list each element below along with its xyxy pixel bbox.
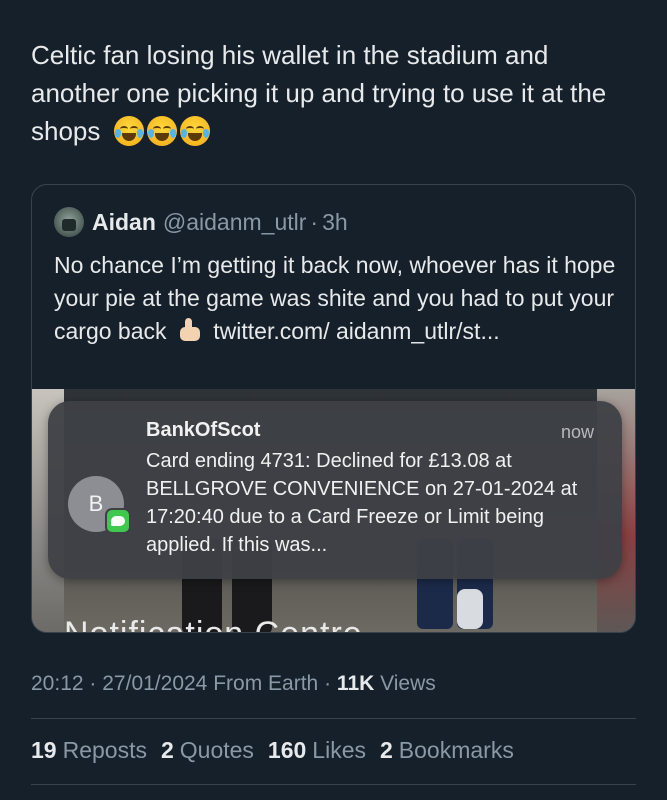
quoted-author-name[interactable]: Aidan [92,209,156,236]
tweet-source: From Earth [213,672,319,695]
notification-sender: BankOfScot [146,419,261,441]
image-bottle [457,589,483,629]
tweet-meta: 20:12 · 27/01/2024 From Earth · 11K View… [31,672,436,696]
thumbs-up-icon [177,317,203,343]
divider [31,784,636,785]
avatar[interactable] [54,207,84,237]
quoted-link[interactable]: twitter.com/ aidanm_utlr/st... [213,318,499,344]
separator-dot: · [310,208,319,235]
face-with-tears-of-joy-icon [113,116,144,146]
divider [31,718,636,719]
notification-centre-label: Notification Centre [64,615,363,632]
notification-body: Card ending 4731: Declined for £13.08 at… [146,450,578,556]
face-with-tears-of-joy-icon [146,116,177,146]
likes-label: Likes [312,737,366,763]
bookmarks-count: 2 [380,737,393,763]
tweet-text: Celtic fan losing his wallet in the stad… [31,36,641,156]
tweet-date[interactable]: 27/01/2024 [102,672,207,695]
tweet-stats: 19 Reposts 2 Quotes 160 Likes 2 Bookmarks [31,737,514,764]
views-count: 11K [336,672,375,695]
notification-time: now [560,422,594,442]
quoted-tweet-header: Aidan @aidanm_utlr · 3h [54,207,348,237]
bookmarks-label: Bookmarks [398,737,514,763]
messages-app-icon [105,508,131,534]
views-label: Views [380,672,436,695]
emoji-group [113,116,213,156]
quoted-author-handle[interactable]: @aidanm_utlr [163,209,307,236]
quotes-count: 2 [160,737,174,763]
quoted-tweet-text: No chance I’m getting it back now, whoev… [54,249,624,348]
likes-count: 160 [267,737,307,763]
separator-dot: · [324,672,332,695]
bookmarks-stat[interactable]: 2 Bookmarks [380,737,514,764]
quotes-label: Quotes [179,737,254,763]
quoted-tweet-card[interactable]: Aidan @aidanm_utlr · 3h No chance I’m ge… [31,184,636,633]
reposts-count: 19 [31,737,57,763]
reposts-stat[interactable]: 19 Reposts [31,737,147,764]
quoted-tweet-image[interactable]: B BankOfScot now Card ending 4731: Decli… [32,389,635,632]
bank-notification[interactable]: B BankOfScot now Card ending 4731: Decli… [48,401,622,579]
tweet-time[interactable]: 20:12 [31,672,84,695]
separator-dot: · [89,672,97,695]
reposts-label: Reposts [62,737,147,763]
quotes-stat[interactable]: 2 Quotes [161,737,254,764]
likes-stat[interactable]: 160 Likes [268,737,366,764]
face-with-tears-of-joy-icon [179,116,210,146]
quoted-tweet-time[interactable]: 3h [322,209,348,236]
